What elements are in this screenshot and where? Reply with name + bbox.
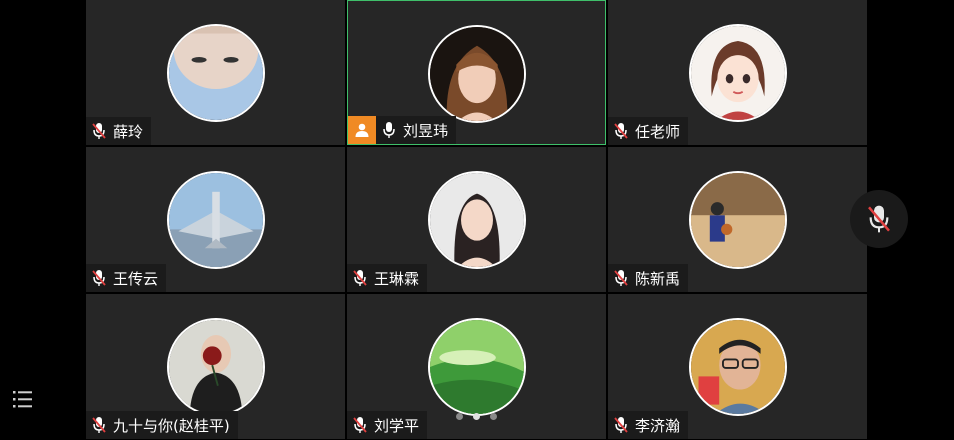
name-tag: 王传云 — [86, 264, 167, 292]
mic-muted-icon — [92, 417, 106, 433]
participant-name: 李济瀚 — [635, 416, 681, 435]
name-tag: 九十与你(赵桂平) — [86, 411, 238, 439]
participant-tile[interactable]: 陈新禹 — [608, 147, 867, 292]
participant-tile[interactable]: 任老师 — [608, 0, 867, 145]
page-dot[interactable] — [456, 413, 463, 420]
avatar — [427, 25, 526, 123]
menu-button[interactable] — [10, 388, 36, 410]
name-tag: 刘昱玮 — [376, 116, 457, 144]
mic-muted-icon — [614, 123, 628, 139]
avatar — [427, 171, 526, 269]
name-tag: 李济瀚 — [608, 411, 689, 439]
avatar — [166, 318, 265, 416]
mic-muted-icon — [353, 270, 367, 286]
avatar — [166, 24, 265, 122]
participant-tile-active[interactable]: 刘昱玮 — [347, 0, 606, 145]
avatar — [688, 171, 787, 269]
participant-tile[interactable]: 李济瀚 — [608, 294, 867, 439]
mute-toggle-button[interactable] — [850, 190, 908, 248]
name-tag: 任老师 — [608, 117, 689, 145]
name-tag: 刘学平 — [347, 411, 428, 439]
name-tag: 王琳霖 — [347, 264, 428, 292]
name-tag: 薛玲 — [86, 117, 152, 145]
participant-tile[interactable]: 王传云 — [86, 147, 345, 292]
avatar — [166, 171, 265, 269]
participant-name: 任老师 — [635, 122, 681, 141]
participant-name: 王琳霖 — [374, 269, 420, 288]
host-person-icon — [348, 116, 376, 144]
participant-name: 王传云 — [113, 269, 159, 288]
page-dot[interactable] — [490, 413, 497, 420]
participant-name: 刘学平 — [374, 416, 420, 435]
mic-muted-icon — [92, 123, 106, 139]
participant-tile[interactable]: 薛玲 — [86, 0, 345, 145]
mic-muted-icon — [353, 417, 367, 433]
page-indicator[interactable] — [456, 413, 497, 420]
mic-muted-icon — [614, 270, 628, 286]
mic-icon — [383, 122, 395, 138]
mic-muted-icon — [614, 417, 628, 433]
mic-muted-icon — [92, 270, 106, 286]
participant-tile[interactable]: 王琳霖 — [347, 147, 606, 292]
participant-name: 薛玲 — [113, 122, 144, 141]
participant-name: 九十与你(赵桂平) — [113, 416, 230, 435]
participant-tile[interactable]: 九十与你(赵桂平) — [86, 294, 345, 439]
participant-name: 陈新禹 — [635, 269, 681, 288]
mic-muted-icon — [868, 205, 890, 233]
avatar — [688, 318, 787, 416]
avatar — [688, 24, 787, 122]
avatar — [427, 318, 526, 416]
participant-name: 刘昱玮 — [403, 121, 449, 140]
video-grid: 薛玲 刘昱玮 任老师 王传云 王琳霖 陈新禹 九十与你(赵桂平) 刘学平 李济瀚 — [86, 0, 868, 440]
name-tag: 陈新禹 — [608, 264, 689, 292]
page-dot-current[interactable] — [473, 413, 480, 420]
menu-list-icon — [13, 391, 32, 408]
